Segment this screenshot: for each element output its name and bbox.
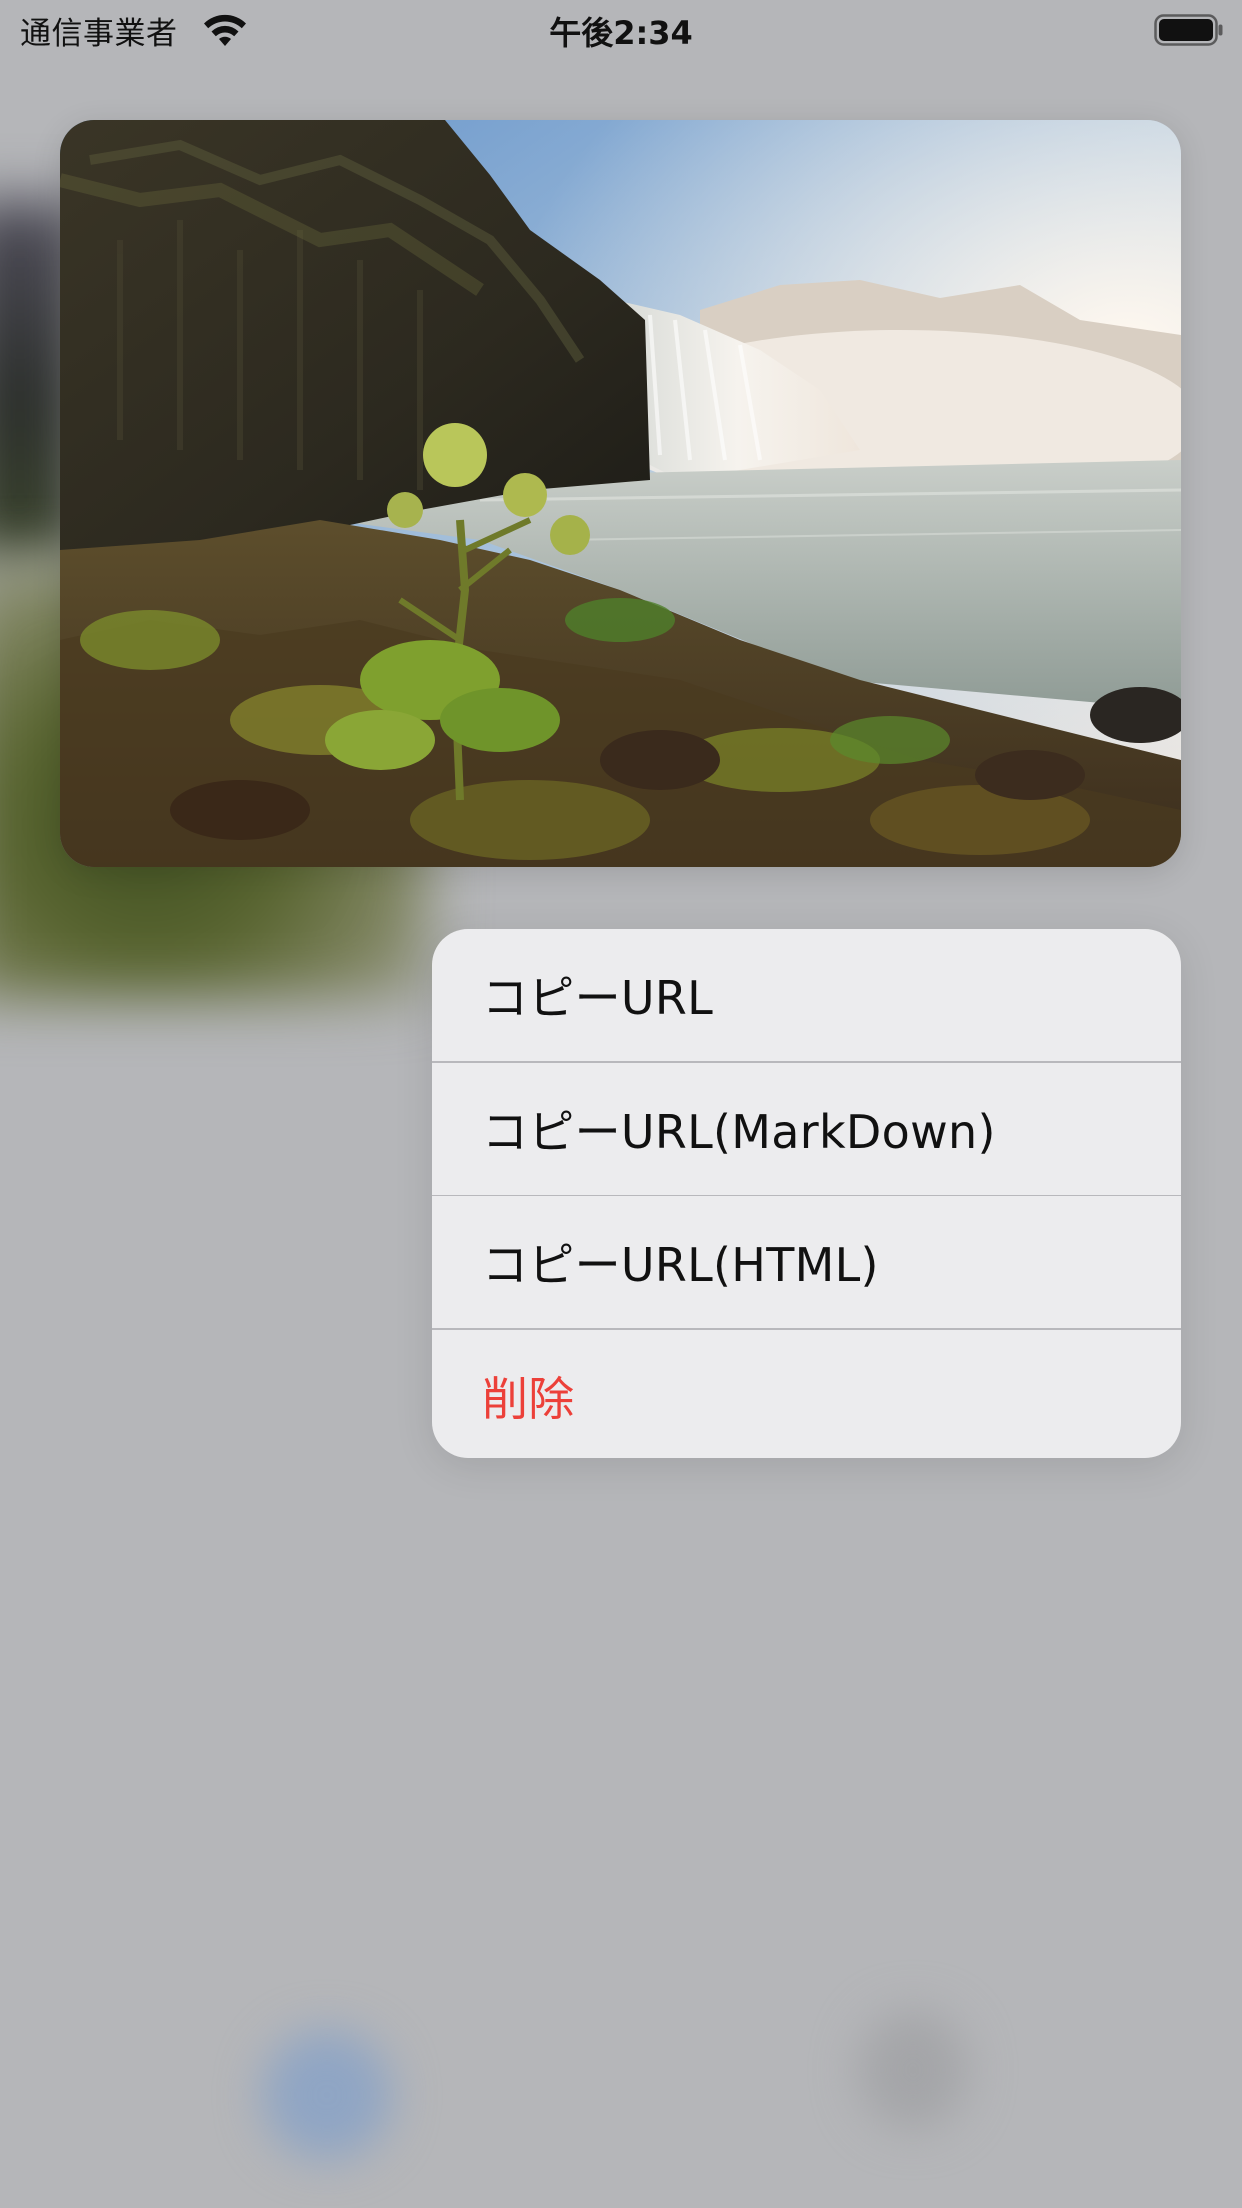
menu-item-copy-url-markdown[interactable]: コピーURL(MarkDown) bbox=[432, 1063, 1181, 1195]
battery-icon bbox=[1154, 14, 1223, 46]
image-preview bbox=[60, 120, 1181, 867]
blurred-tab-icon bbox=[262, 2030, 392, 2160]
menu-item-label: 削除 bbox=[482, 1371, 575, 1426]
menu-item-label: コピーURL(HTML) bbox=[482, 1238, 879, 1292]
menu-item-copy-url[interactable]: コピーURL bbox=[432, 929, 1181, 1061]
status-bar: 通信事業者 午後2:34 bbox=[0, 0, 1242, 62]
context-menu: コピーURL コピーURL(MarkDown) コピーURL(HTML) 削除 bbox=[432, 929, 1181, 1458]
status-time: 午後2:34 bbox=[549, 14, 693, 52]
menu-item-label: コピーURL(MarkDown) bbox=[482, 1104, 996, 1159]
blurred-tab-icon bbox=[858, 2010, 968, 2130]
waterfall-photo bbox=[60, 120, 1181, 867]
menu-item-label: コピーURL bbox=[482, 971, 714, 1025]
menu-item-delete[interactable]: 削除 bbox=[432, 1330, 1181, 1459]
menu-item-copy-url-html[interactable]: コピーURL(HTML) bbox=[432, 1196, 1181, 1328]
